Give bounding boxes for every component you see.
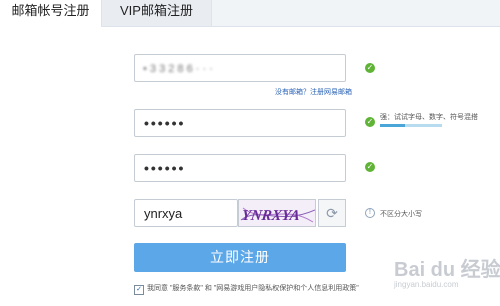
password-field[interactable] <box>134 109 346 137</box>
tab-bar: 邮箱帐号注册 VIP邮箱注册 <box>0 0 500 27</box>
refresh-icon: ⟳ <box>326 205 338 221</box>
agreement-text: 我同意 "服务条款" 和 "网易游戏用户隐私权保护和个人信息利用政策" <box>147 285 359 292</box>
agreement: ✓ 我同意 "服务条款" 和 "网易游戏用户隐私权保护和个人信息利用政策" <box>134 283 359 295</box>
tab-vip-email[interactable]: VIP邮箱注册 <box>102 0 212 26</box>
captcha-field[interactable] <box>134 199 238 227</box>
password-valid-icon: ✓ <box>365 117 375 127</box>
captcha-input[interactable] <box>135 200 237 226</box>
refresh-captcha-button[interactable]: ⟳ <box>318 199 346 227</box>
confirm-password-input[interactable] <box>135 155 345 181</box>
password-strength-hint: 强：试试字母、数字、符号混搭 <box>380 114 478 121</box>
email-field[interactable]: • 3 3 2 8 6 · · · <box>134 54 346 82</box>
email-value: • 3 3 2 8 6 · · · <box>143 63 213 75</box>
agreement-checkbox[interactable]: ✓ <box>134 285 144 295</box>
no-mailbox-link[interactable]: 没有邮箱？注册网易邮箱 <box>275 87 352 97</box>
captcha-text: YNRXYA <box>241 208 301 224</box>
tab-email-account[interactable]: 邮箱帐号注册 <box>0 0 102 27</box>
baidu-watermark: Bai du 经验 jingyan.baidu.com <box>394 253 500 299</box>
captcha-graphic: YNRXYA <box>241 207 315 224</box>
confirm-password-valid-icon: ✓ <box>365 162 375 172</box>
password-input[interactable] <box>135 110 345 136</box>
captcha-hint: 不区分大小写 <box>380 211 422 218</box>
captcha-image[interactable]: YNRXYA <box>238 199 316 227</box>
password-strength-bar <box>380 124 442 127</box>
password-strength-fill <box>380 124 405 127</box>
email-valid-icon: ✓ <box>365 63 375 73</box>
register-button[interactable]: 立即注册 <box>134 243 346 272</box>
info-icon: ! <box>365 208 375 218</box>
confirm-password-field[interactable] <box>134 154 346 182</box>
watermark-sub: jingyan.baidu.com <box>394 280 459 289</box>
watermark-main: Bai du 经验 <box>394 259 500 281</box>
